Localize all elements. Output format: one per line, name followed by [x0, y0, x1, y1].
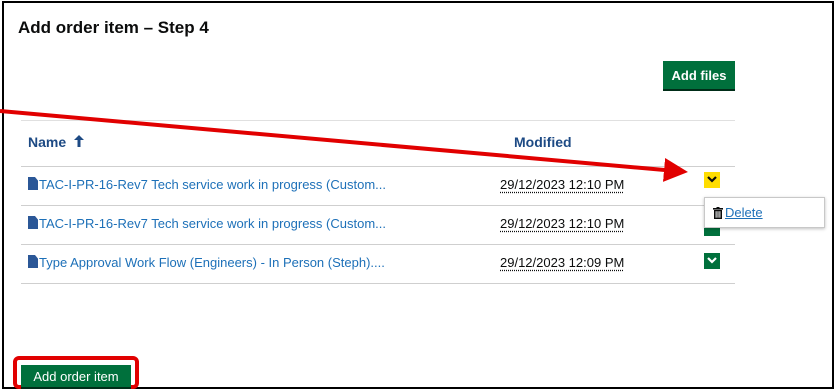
annotation-arrow: [0, 109, 688, 182]
